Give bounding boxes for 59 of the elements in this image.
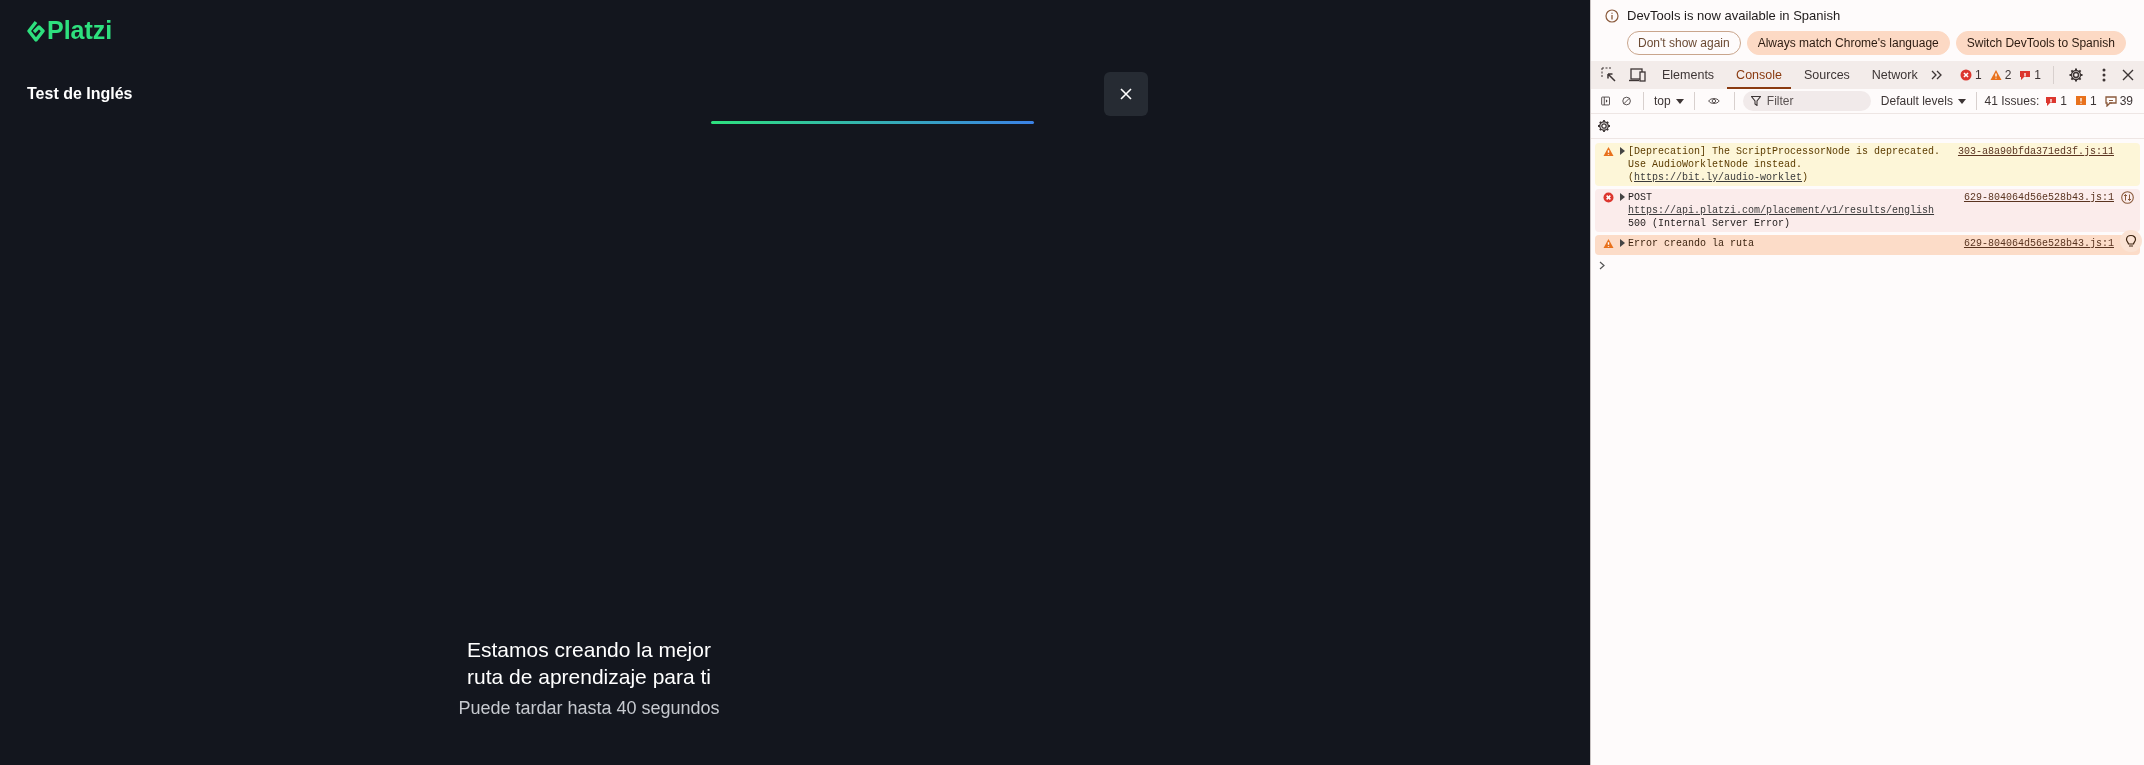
caret-icon bbox=[1675, 98, 1684, 104]
source-link[interactable]: 629-804064d56e528b43.js:1 bbox=[1963, 237, 2114, 250]
error-icon bbox=[1959, 69, 1972, 81]
sidebar-toggle-icon[interactable] bbox=[1601, 94, 1611, 108]
close-button[interactable] bbox=[1104, 72, 1148, 116]
source-link[interactable]: 629-804064d56e528b43.js:1 bbox=[1963, 191, 2114, 204]
caret-icon bbox=[1957, 98, 1966, 104]
issues-label[interactable]: 41 Issues: bbox=[1984, 94, 2040, 108]
prompt-chevron-icon[interactable] bbox=[1599, 261, 1605, 270]
settings-icon[interactable] bbox=[2068, 67, 2084, 83]
error-message-icon bbox=[2019, 69, 2032, 81]
filter-field[interactable]: Filter bbox=[1742, 91, 1871, 111]
url-link[interactable]: https://bit.ly/audio-worklet bbox=[1634, 172, 1803, 183]
error-icon bbox=[1603, 192, 1614, 203]
count-label: 1 bbox=[2060, 94, 2067, 108]
devtools-tab[interactable]: Network bbox=[1862, 61, 1927, 89]
levels-dropdown[interactable]: Default levels bbox=[1878, 94, 1968, 108]
test-title: Test de Inglés bbox=[27, 85, 133, 103]
kebab-menu-icon[interactable] bbox=[2102, 68, 2106, 82]
count-label: 2 bbox=[2004, 68, 2012, 82]
info-icon bbox=[1605, 9, 1619, 23]
close-icon[interactable] bbox=[2122, 69, 2134, 81]
clear-console-icon[interactable] bbox=[1622, 94, 1632, 108]
count-label: 39 bbox=[2119, 94, 2133, 108]
infobar-message: DevTools is now available in Spanish bbox=[1627, 8, 1842, 23]
platzi-logo[interactable]: Platzi bbox=[27, 16, 113, 45]
warning-icon bbox=[2074, 95, 2087, 107]
loading-subtitle: Puede tardar hasta 40 segundos bbox=[458, 698, 720, 719]
context-dropdown[interactable]: top bbox=[1652, 94, 1686, 108]
message-text: POST https://api.platzi.com/placement/v1/results/english 500 (Internal Server Error) bbox=[1628, 191, 1936, 230]
lightbulb-icon bbox=[2125, 234, 2137, 248]
expand-icon[interactable] bbox=[1620, 147, 1625, 155]
message-text: [Deprecation] The ScriptProcessorNode is deprecated. Use AudioWorkletNode instead. (https://bit.ly/audio-worklet) bbox=[1628, 145, 1942, 184]
lightbulb-button[interactable] bbox=[2120, 230, 2142, 252]
warning-icon bbox=[1989, 69, 2002, 81]
expand-icon[interactable] bbox=[1620, 193, 1625, 201]
more-tabs-icon[interactable] bbox=[1930, 70, 1943, 80]
infobar-button[interactable]: Always match Chrome's language bbox=[1746, 31, 1950, 55]
devtools-tab[interactable]: Console bbox=[1727, 61, 1791, 89]
network-request-icon[interactable] bbox=[2121, 191, 2134, 204]
infobar-button[interactable]: Switch DevTools to Spanish bbox=[1955, 31, 2126, 55]
message-icon bbox=[2104, 95, 2117, 107]
settings-icon[interactable] bbox=[1597, 119, 1611, 133]
close-icon bbox=[1120, 88, 1132, 100]
devtools-tab[interactable]: Sources bbox=[1795, 61, 1859, 89]
error-message-icon bbox=[2045, 95, 2058, 107]
count-label: 1 bbox=[1974, 68, 1982, 82]
expand-icon[interactable] bbox=[1620, 239, 1625, 247]
count-label: 1 bbox=[2034, 68, 2041, 82]
message-text: Error creando la ruta bbox=[1628, 237, 1756, 250]
url-link[interactable]: https://api.platzi.com/placement/v1/results/english bbox=[1628, 205, 1935, 216]
source-link[interactable]: 303-a8a90bfda371ed3f.js:11 bbox=[1957, 145, 2114, 158]
count-label: 1 bbox=[2089, 94, 2097, 108]
devtools-tab[interactable]: Elements bbox=[1653, 61, 1724, 89]
warning-icon bbox=[1603, 146, 1614, 157]
loading-heading: Estamos creando la mejor ruta de aprendizaje para ti bbox=[466, 637, 712, 690]
warning-icon bbox=[1603, 238, 1614, 249]
filter-icon bbox=[1750, 96, 1761, 106]
eye-icon[interactable] bbox=[1708, 95, 1721, 107]
